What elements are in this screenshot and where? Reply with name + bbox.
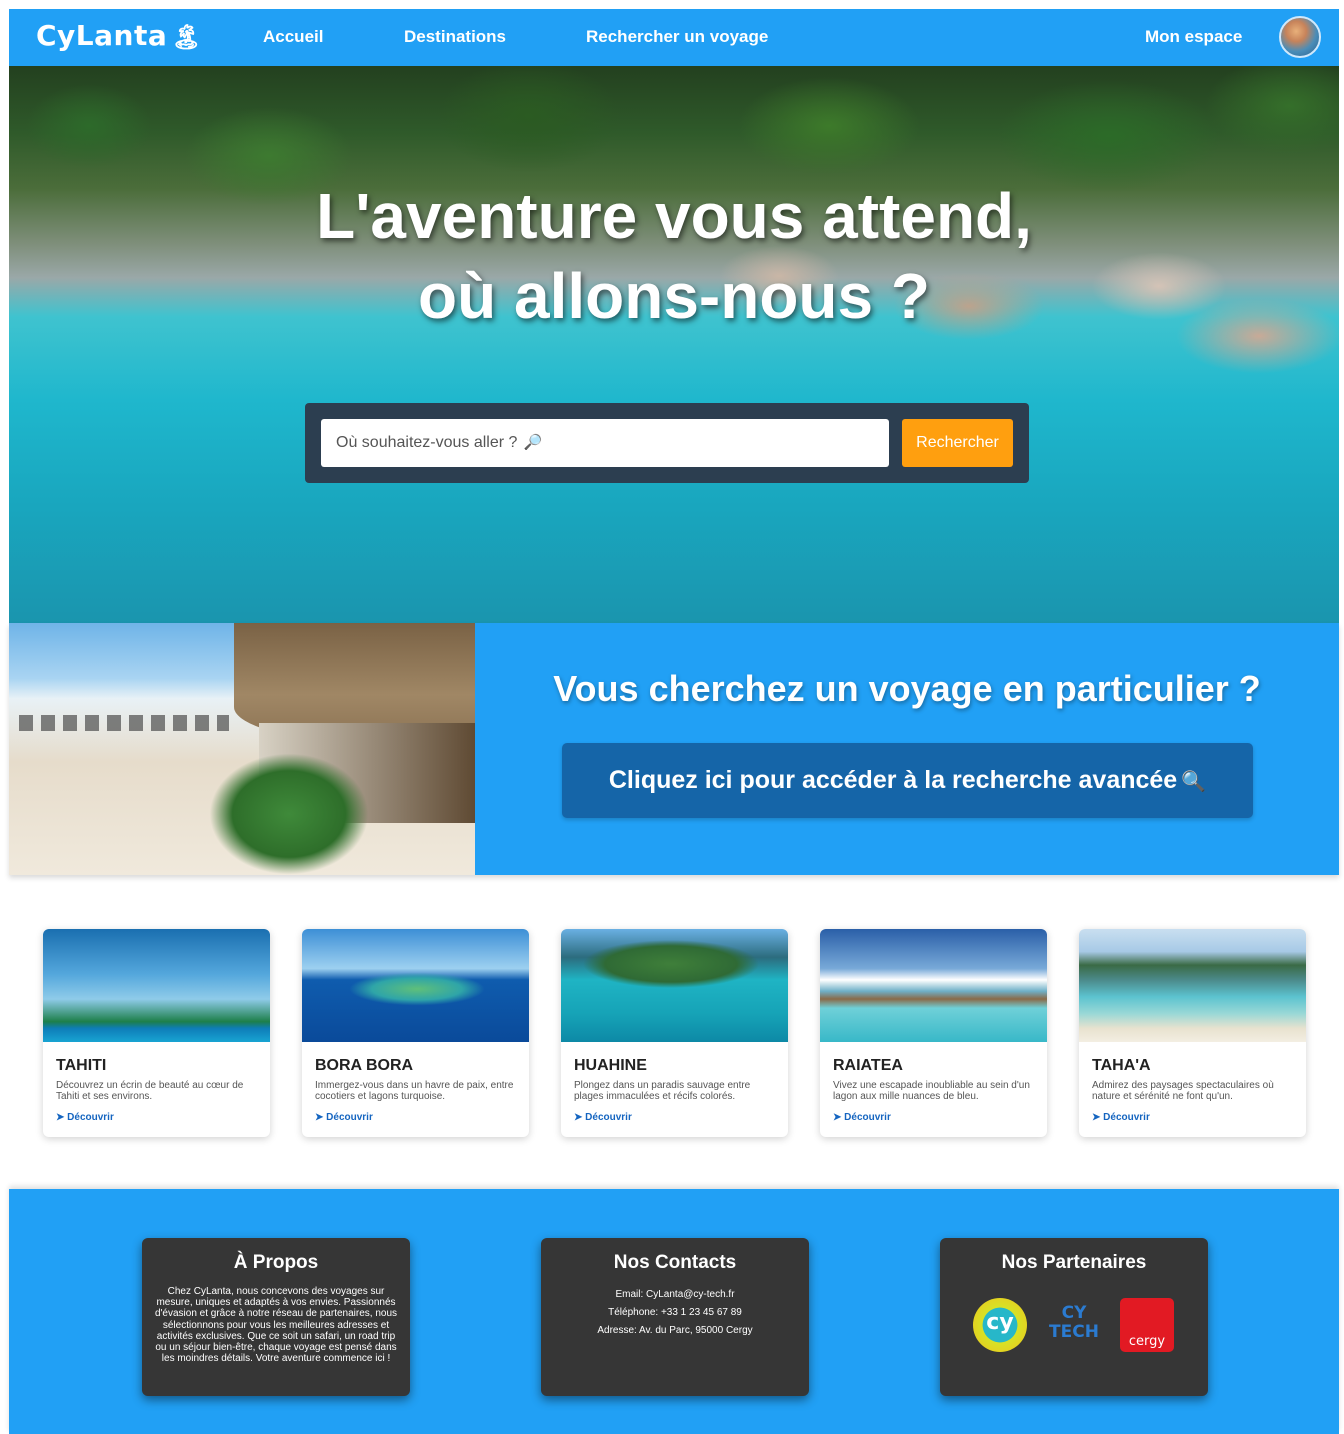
contact-phone: Téléphone: +33 1 23 45 67 89	[608, 1307, 742, 1318]
nav-accueil[interactable]: Accueil	[263, 27, 323, 47]
arrow-icon: ➤	[1092, 1112, 1104, 1123]
arrow-icon: ➤	[56, 1112, 68, 1123]
card-description: Vivez une escapade inoubliable au sein d…	[833, 1080, 1030, 1102]
card-link-label: Découvrir	[1103, 1112, 1150, 1123]
contact-address: Adresse: Av. du Parc, 95000 Cergy	[597, 1325, 753, 1336]
footer-partners: Nos Partenaires cy CY TECH cergy	[940, 1238, 1208, 1396]
card-image-huahine	[561, 929, 788, 1042]
card-title: HUAHINE	[574, 1057, 647, 1074]
destination-card-bora-bora[interactable]: BORA BORA Immergez-vous dans un havre de…	[302, 929, 529, 1137]
promo-image-bungalow	[9, 623, 475, 875]
top-navbar: CyLanta 🏝 Accueil Destinations Rechercher…	[9, 9, 1339, 66]
footer-about: À Propos Chez CyLanta, nous concevons de…	[142, 1238, 410, 1396]
search-icon: 🔎	[523, 434, 543, 451]
partner-logo-cergy[interactable]: cergy	[1120, 1298, 1174, 1352]
hero-banner: L'aventure vous attend, où allons-nous ?…	[9, 66, 1339, 623]
destination-card-huahine[interactable]: HUAHINE Plongez dans un paradis sauvage …	[561, 929, 788, 1137]
avatar[interactable]	[1279, 16, 1321, 58]
card-link-label: Découvrir	[67, 1112, 114, 1123]
palm-plant	[209, 753, 369, 875]
advanced-search-button[interactable]: Cliquez ici pour accéder à la recherche …	[562, 743, 1253, 818]
card-link-decouvrir[interactable]: ➤ Découvrir	[315, 1112, 373, 1123]
card-link-label: Découvrir	[844, 1112, 891, 1123]
palm-tree-icon: 🏝	[171, 23, 203, 51]
advanced-search-label: Cliquez ici pour accéder à la recherche …	[608, 766, 1178, 794]
nav-rechercher-voyage[interactable]: Rechercher un voyage	[586, 27, 768, 47]
arrow-icon: ➤	[574, 1112, 586, 1123]
partner-logo-cy[interactable]: cy	[973, 1298, 1027, 1352]
about-text: Chez CyLanta, nous concevons des voyages…	[154, 1286, 398, 1365]
card-description: Découvrez un écrin de beauté au cœur de …	[56, 1080, 244, 1102]
overwater-bungalows	[19, 715, 229, 731]
brand-logo[interactable]: CyLanta 🏝	[36, 19, 202, 52]
card-image-tahiti	[43, 929, 270, 1042]
card-link-decouvrir[interactable]: ➤ Découvrir	[1092, 1112, 1150, 1123]
contact-info: Email: CyLanta@cy-tech.fr Téléphone: +33…	[541, 1286, 809, 1340]
search-input[interactable]: Où souhaitez-vous aller ? 🔎	[321, 419, 889, 467]
card-title: RAIATEA	[833, 1057, 903, 1074]
destination-card-tahiti[interactable]: TAHITI Découvrez un écrin de beauté au c…	[43, 929, 270, 1137]
card-image-raiatea	[820, 929, 1047, 1042]
partners-title: Nos Partenaires	[1001, 1252, 1147, 1273]
card-link-decouvrir[interactable]: ➤ Découvrir	[56, 1112, 114, 1123]
destination-card-raiatea[interactable]: RAIATEA Vivez une escapade inoubliable a…	[820, 929, 1047, 1137]
card-description: Immergez-vous dans un havre de paix, ent…	[315, 1080, 514, 1102]
hero-search-box: Où souhaitez-vous aller ? 🔎 Rechercher	[305, 403, 1029, 483]
arrow-icon: ➤	[315, 1112, 327, 1123]
card-title: TAHITI	[56, 1057, 107, 1074]
card-title: BORA BORA	[315, 1057, 414, 1074]
partner-cytech-text: CY TECH	[1049, 1303, 1099, 1342]
card-description: Plongez dans un paradis sauvage entre pl…	[574, 1080, 751, 1102]
promo-title: Vous cherchez un voyage en particulier ?	[553, 668, 1261, 709]
card-image-bora-bora	[302, 929, 529, 1042]
card-title: TAHA'A	[1092, 1057, 1151, 1074]
contact-email[interactable]: Email: CyLanta@cy-tech.fr	[541, 1286, 809, 1304]
partner-logo-cytech[interactable]: CY TECH	[1047, 1298, 1101, 1352]
partner-logos: cy CY TECH cergy	[940, 1298, 1208, 1354]
footer-contacts: Nos Contacts Email: CyLanta@cy-tech.fr T…	[541, 1238, 809, 1396]
brand-name: CyLanta	[36, 19, 168, 52]
card-link-label: Découvrir	[585, 1112, 632, 1123]
search-placeholder: Où souhaitez-vous aller ?	[336, 434, 518, 451]
about-title: À Propos	[233, 1252, 319, 1273]
hero-title-line2: où allons-nous ?	[418, 260, 930, 332]
arrow-icon: ➤	[833, 1112, 845, 1123]
advanced-search-promo: Vous cherchez un voyage en particulier ?…	[9, 623, 1339, 875]
destination-card-tahaa[interactable]: TAHA'A Admirez des paysages spectaculair…	[1079, 929, 1306, 1137]
magnifier-icon: 🔍	[1181, 771, 1207, 793]
nav-mon-espace[interactable]: Mon espace	[1145, 27, 1242, 47]
partner-cy-text: cy	[986, 1310, 1014, 1335]
contacts-title: Nos Contacts	[613, 1252, 737, 1273]
hero-title: L'aventure vous attend, où allons-nous ?	[9, 176, 1339, 336]
hero-title-line1: L'aventure vous attend,	[316, 180, 1032, 252]
card-link-decouvrir[interactable]: ➤ Découvrir	[574, 1112, 632, 1123]
nav-destinations[interactable]: Destinations	[404, 27, 506, 47]
card-link-label: Découvrir	[326, 1112, 373, 1123]
card-link-decouvrir[interactable]: ➤ Découvrir	[833, 1112, 891, 1123]
search-button[interactable]: Rechercher	[902, 419, 1013, 467]
card-description: Admirez des paysages spectaculaires où n…	[1092, 1080, 1274, 1102]
footer: À Propos Chez CyLanta, nous concevons de…	[9, 1189, 1339, 1434]
card-image-tahaa	[1079, 929, 1306, 1042]
partner-cergy-text: cergy	[1128, 1334, 1166, 1349]
